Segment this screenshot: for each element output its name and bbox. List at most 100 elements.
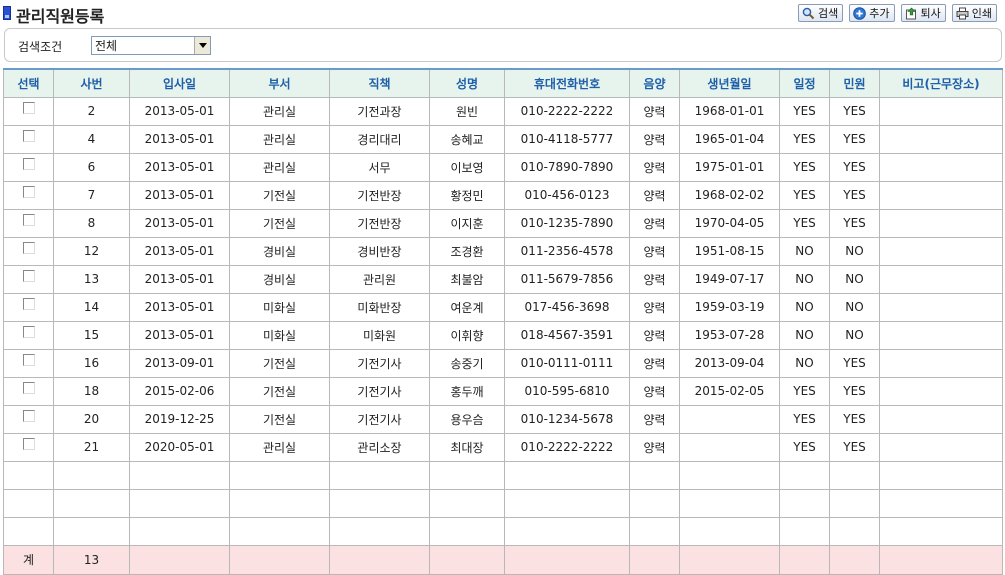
table-cell: 관리원 xyxy=(329,264,430,294)
table-cell: 양력 xyxy=(629,208,680,238)
table-cell: 21 xyxy=(53,432,130,462)
row-checkbox[interactable] xyxy=(22,241,35,254)
row-checkbox[interactable] xyxy=(22,409,35,422)
plus-circle-icon xyxy=(853,6,867,20)
footer-cell xyxy=(779,544,830,575)
table-cell: 양력 xyxy=(629,236,680,266)
table-row[interactable]: 12 2013-05-01 경비실 경비반장 조경환 011-2356-4578 양력 195… xyxy=(3,236,1003,266)
table-row[interactable]: 13 2013-05-01 경비실 관리원 최불암 011-5679-7856 양력 1949… xyxy=(3,264,1003,294)
table-cell: 2013-09-01 xyxy=(129,348,230,378)
add-button[interactable]: 추가 xyxy=(849,4,895,22)
table-cell: 010-2222-2222 xyxy=(504,432,630,462)
magnifier-icon xyxy=(802,7,815,20)
table-cell: 서무 xyxy=(329,152,430,182)
table-cell: 송중기 xyxy=(429,348,505,378)
table-cell xyxy=(829,488,880,518)
row-checkbox[interactable] xyxy=(22,269,35,282)
exit-icon xyxy=(905,7,918,20)
table-cell: 017-456-3698 xyxy=(504,292,630,322)
table-cell: NO xyxy=(779,264,830,294)
table-cell xyxy=(229,488,330,518)
table-row[interactable]: 6 2013-05-01 관리실 서무 이보영 010-7890-7890 양력 1975-0… xyxy=(3,152,1003,182)
table-row[interactable]: 2 2013-05-01 관리실 기전과장 원빈 010-2222-2222 양력 1968-… xyxy=(3,96,1003,126)
table-cell xyxy=(629,488,680,518)
table-row[interactable]: 4 2013-05-01 관리실 경리대리 송혜교 010-4118-5777 양력 1965… xyxy=(3,124,1003,154)
row-checkbox[interactable] xyxy=(22,157,35,170)
table-cell: 관리소장 xyxy=(329,432,430,462)
table-cell: 2013-05-01 xyxy=(129,124,230,154)
column-header: 직책 xyxy=(329,68,430,98)
table-row[interactable]: 15 2013-05-01 미화실 미화원 이휘향 018-4567-3591 양력 1953… xyxy=(3,320,1003,350)
table-cell: 황정민 xyxy=(429,180,505,210)
column-header: 성명 xyxy=(429,68,505,98)
table-row[interactable]: 21 2020-05-01 관리실 관리소장 최대장 010-2222-2222 양력 YES… xyxy=(3,432,1003,462)
row-checkbox[interactable] xyxy=(22,297,35,310)
table-cell xyxy=(879,208,1003,238)
search-condition-select[interactable]: 전체 xyxy=(91,36,211,55)
table-cell: 010-1235-7890 xyxy=(504,208,630,238)
table-cell: 경비반장 xyxy=(329,236,430,266)
search-button-label: 검색 xyxy=(818,7,839,20)
table-cell: 2013-05-01 xyxy=(129,152,230,182)
table-cell: YES xyxy=(829,96,880,126)
table-cell: 2013-05-01 xyxy=(129,292,230,322)
table-cell: 20 xyxy=(53,404,130,434)
select-cell xyxy=(3,264,54,294)
table-cell: 010-0111-0111 xyxy=(504,348,630,378)
table-cell: 6 xyxy=(53,152,130,182)
footer-cell xyxy=(229,544,330,575)
table-row[interactable]: 14 2013-05-01 미화실 미화반장 여운계 017-456-3698 양력 1959… xyxy=(3,292,1003,322)
table-cell: NO xyxy=(829,320,880,350)
row-checkbox[interactable] xyxy=(22,101,35,114)
table-row[interactable]: 7 2013-05-01 기전실 기전반장 황정민 010-456-0123 양력 1968-… xyxy=(3,180,1003,210)
table-cell: 2013-09-04 xyxy=(679,348,780,378)
search-button[interactable]: 검색 xyxy=(798,4,844,22)
select-cell xyxy=(3,96,54,126)
table-cell xyxy=(129,488,230,518)
table-cell: NO xyxy=(779,236,830,266)
table-row[interactable]: 18 2015-02-06 기전실 기전기사 홍두깨 010-595-6810 양력 2015… xyxy=(3,376,1003,406)
table-cell xyxy=(3,488,54,518)
table-cell: YES xyxy=(779,432,830,462)
table-cell xyxy=(679,404,780,434)
row-checkbox[interactable] xyxy=(22,325,35,338)
table-cell: YES xyxy=(779,376,830,406)
table-cell xyxy=(829,516,880,546)
table-cell: 양력 xyxy=(629,180,680,210)
table-cell xyxy=(879,264,1003,294)
row-checkbox[interactable] xyxy=(22,129,35,142)
row-checkbox[interactable] xyxy=(22,437,35,450)
table-cell: 1953-07-28 xyxy=(679,320,780,350)
table-row[interactable]: 8 2013-05-01 기전실 기전반장 이지훈 010-1235-7890 양력 1970… xyxy=(3,208,1003,238)
table-cell: 2019-12-25 xyxy=(129,404,230,434)
printer-icon xyxy=(956,7,969,20)
chevron-down-icon[interactable] xyxy=(194,37,210,54)
print-button[interactable]: 인쇄 xyxy=(951,4,997,22)
search-condition-label: 검색조건 xyxy=(18,40,63,54)
column-header: 음양 xyxy=(629,68,680,98)
row-checkbox[interactable] xyxy=(22,185,35,198)
table-cell: 7 xyxy=(53,180,130,210)
table-cell: 010-595-6810 xyxy=(504,376,630,406)
table-row[interactable]: 16 2013-09-01 기전실 기전기사 송중기 010-0111-0111 양력 201… xyxy=(3,348,1003,378)
table-cell xyxy=(879,488,1003,518)
title-icon xyxy=(3,6,11,20)
table-cell: YES xyxy=(829,208,880,238)
row-checkbox[interactable] xyxy=(22,353,35,366)
select-cell xyxy=(3,236,54,266)
table-row[interactable]: 20 2019-12-25 기전실 기전기사 용우슴 010-1234-5678 양력 YES… xyxy=(3,404,1003,434)
table-cell xyxy=(53,488,130,518)
table-cell: 경비실 xyxy=(229,236,330,266)
table-cell: 양력 xyxy=(629,292,680,322)
row-checkbox[interactable] xyxy=(22,213,35,226)
table-cell xyxy=(429,516,505,546)
table-cell: 관리실 xyxy=(229,152,330,182)
table-cell xyxy=(504,488,630,518)
table-cell: 양력 xyxy=(629,320,680,350)
row-checkbox[interactable] xyxy=(22,381,35,394)
resign-button[interactable]: 퇴사 xyxy=(900,4,946,22)
table-cell: YES xyxy=(779,180,830,210)
table-cell: 기전실 xyxy=(229,404,330,434)
column-header: 사번 xyxy=(53,68,130,98)
table-cell: 양력 xyxy=(629,124,680,154)
